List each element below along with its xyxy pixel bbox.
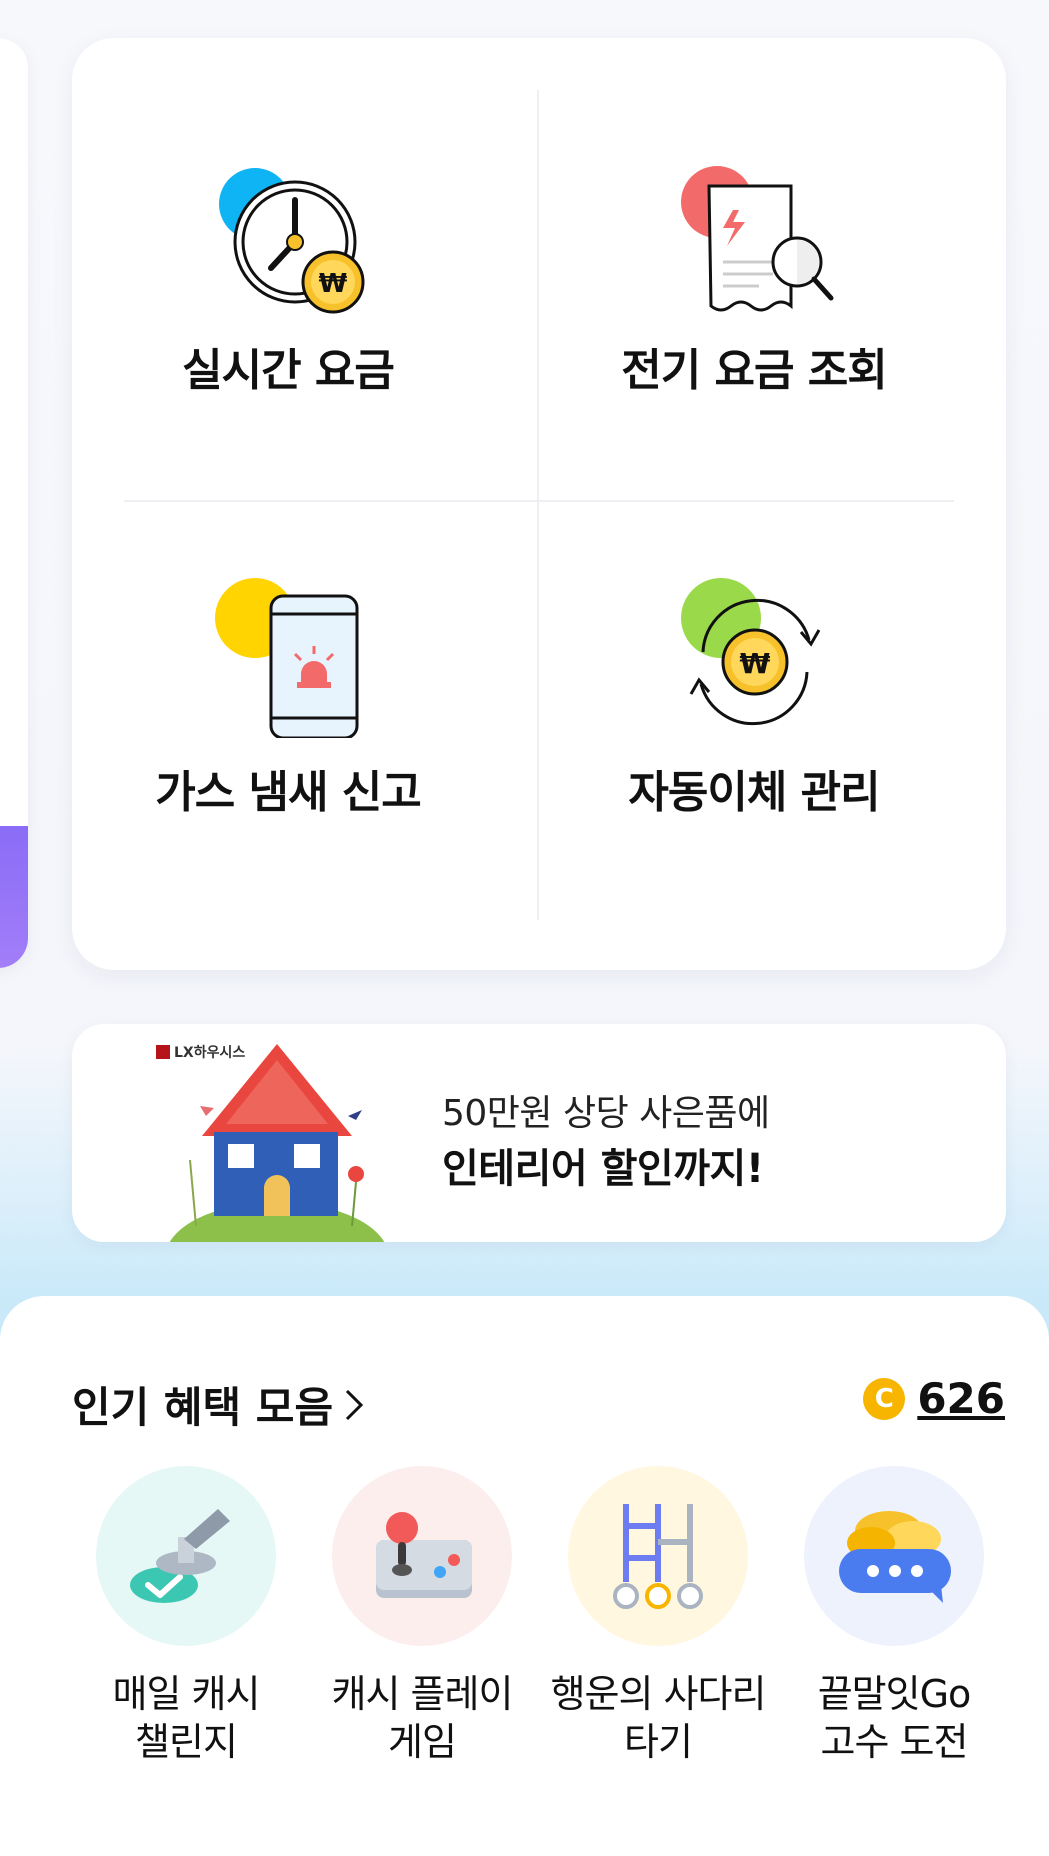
- tile-electric-bill[interactable]: 전기 요금 조회: [554, 166, 954, 546]
- benefit-lucky-ladder[interactable]: 행운의 사다리 타기: [540, 1466, 776, 1766]
- auto-transfer-icon: ₩: [681, 578, 821, 726]
- benefit-label-line1: 캐시 플레이: [331, 1672, 514, 1716]
- ladder-icon: [613, 1504, 703, 1609]
- benefit-icon-bg: [804, 1466, 984, 1646]
- benefit-label: 끝말잇Go 고수 도전: [817, 1670, 972, 1766]
- svg-text:₩: ₩: [740, 647, 771, 680]
- benefit-icon-bg: [332, 1466, 512, 1646]
- quick-menu-card: ₩ 실시간 요금 전기 요금 조회 가스 냄새 신고 ₩ 자동이체 관리: [72, 38, 1006, 970]
- tile-label: 실시간 요금: [182, 345, 395, 396]
- bill-search-icon: [681, 166, 834, 312]
- benefits-title-link[interactable]: 인기 혜택 모음: [72, 1374, 365, 1435]
- tile-gas-leak-report[interactable]: 가스 냄새 신고: [88, 578, 488, 958]
- svg-text:₩: ₩: [319, 269, 348, 299]
- chat-coins-icon: [839, 1511, 951, 1603]
- stamp-icon: [130, 1509, 230, 1603]
- benefit-label-line2: 타기: [624, 1720, 693, 1764]
- tile-label: 전기 요금 조회: [621, 345, 888, 396]
- phone-siren-icon: [215, 578, 359, 738]
- tile-label: 가스 냄새 신고: [155, 767, 422, 818]
- menu-divider-vertical: [537, 90, 539, 920]
- benefit-label-line2: 챌린지: [135, 1720, 238, 1764]
- benefit-daily-cash-challenge[interactable]: 매일 캐시 챌린지: [68, 1466, 304, 1766]
- benefit-label-line2: 게임: [388, 1720, 457, 1764]
- tile-label: 자동이체 관리: [628, 767, 880, 818]
- benefits-section: 인기 혜택 모음 C 626 매일 캐시 챌린지 캐시 플레이 게임 행운의 사…: [0, 1296, 1049, 1856]
- game-controller-icon: [376, 1512, 472, 1598]
- points-balance[interactable]: C 626: [863, 1374, 1005, 1423]
- benefit-label: 캐시 플레이 게임: [331, 1670, 514, 1766]
- benefit-word-chain-challenge[interactable]: 끝말잇Go 고수 도전: [776, 1466, 1012, 1766]
- benefit-label-line1: 끝말잇Go: [817, 1672, 972, 1716]
- tile-auto-transfer[interactable]: ₩ 자동이체 관리: [554, 578, 954, 958]
- benefit-label-line1: 행운의 사다리: [550, 1672, 767, 1716]
- banner-line2: 인테리어 할인까지!: [442, 1146, 764, 1192]
- benefit-label-line1: 매일 캐시: [112, 1672, 261, 1716]
- previous-card-accent: [0, 826, 28, 968]
- points-value: 626: [917, 1374, 1005, 1423]
- benefits-title: 인기 혜택 모음: [72, 1383, 334, 1432]
- benefit-icon-bg: [568, 1466, 748, 1646]
- benefit-label-line2: 고수 도전: [820, 1720, 969, 1764]
- clock-won-icon: ₩: [219, 168, 365, 314]
- chevron-right-icon: [346, 1389, 364, 1420]
- tile-realtime-fee[interactable]: ₩ 실시간 요금: [88, 166, 488, 546]
- cash-coin-icon: C: [863, 1377, 906, 1420]
- benefit-cash-play-game[interactable]: 캐시 플레이 게임: [304, 1466, 540, 1766]
- benefit-icon-bg: [96, 1466, 276, 1646]
- promo-banner[interactable]: LX하우시스 50만원 상당 사은품에 인테리어 할인까지!: [72, 1024, 1006, 1242]
- house-illustration-icon: [169, 1044, 385, 1242]
- banner-line1: 50만원 상당 사은품에: [442, 1093, 770, 1134]
- benefit-label: 매일 캐시 챌린지: [112, 1670, 261, 1766]
- benefit-label: 행운의 사다리 타기: [550, 1670, 767, 1766]
